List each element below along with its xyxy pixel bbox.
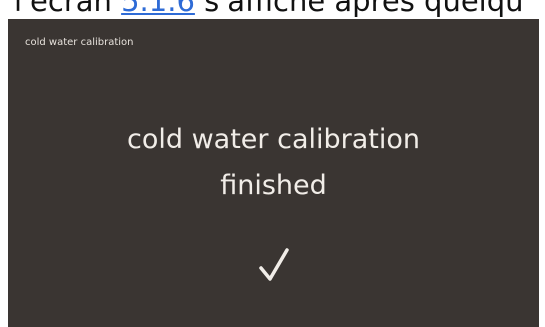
document-text-before: l'écran — [14, 0, 122, 18]
status-message-line-2: finished — [220, 170, 327, 201]
page: l'écran 5.1.6 s'affiche après quelqu col… — [0, 0, 545, 327]
status-message: cold water calibration finished — [8, 117, 539, 209]
calibration-screen: cold water calibration cold water calibr… — [8, 19, 539, 327]
document-text-after: s'affiche après quelqu — [194, 0, 524, 18]
status-message-line-1: cold water calibration — [127, 124, 420, 155]
document-text-line: l'écran 5.1.6 s'affiche après quelqu — [14, 0, 524, 18]
document-link[interactable]: 5.1.6 — [121, 0, 195, 18]
checkmark-icon — [259, 248, 289, 281]
screen-header-title: cold water calibration — [25, 37, 134, 48]
